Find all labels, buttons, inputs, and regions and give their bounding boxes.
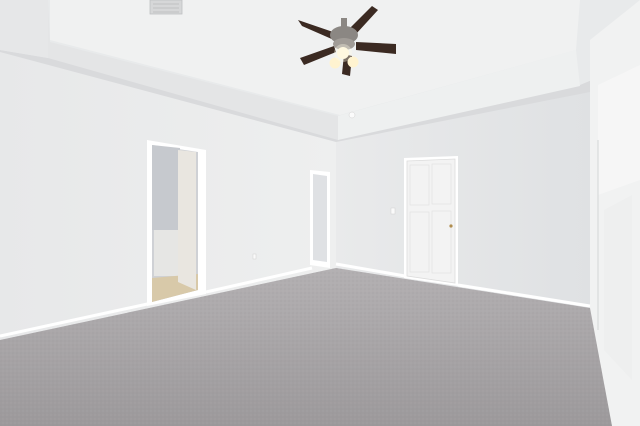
bathroom-doorway [147, 140, 206, 306]
bedroom-photo [0, 0, 640, 426]
room-illustration [0, 0, 640, 426]
door-knob-icon [449, 224, 453, 228]
right-wall-niche [598, 65, 640, 195]
right-wall-niche-lower [604, 195, 632, 380]
back-door [404, 156, 458, 286]
light-switch [390, 207, 396, 215]
tray-top-left [0, 0, 48, 58]
wall-outlet [252, 253, 257, 260]
closet-doorway [310, 170, 330, 268]
smoke-detector [348, 111, 356, 119]
air-vent-icon [149, 0, 183, 15]
